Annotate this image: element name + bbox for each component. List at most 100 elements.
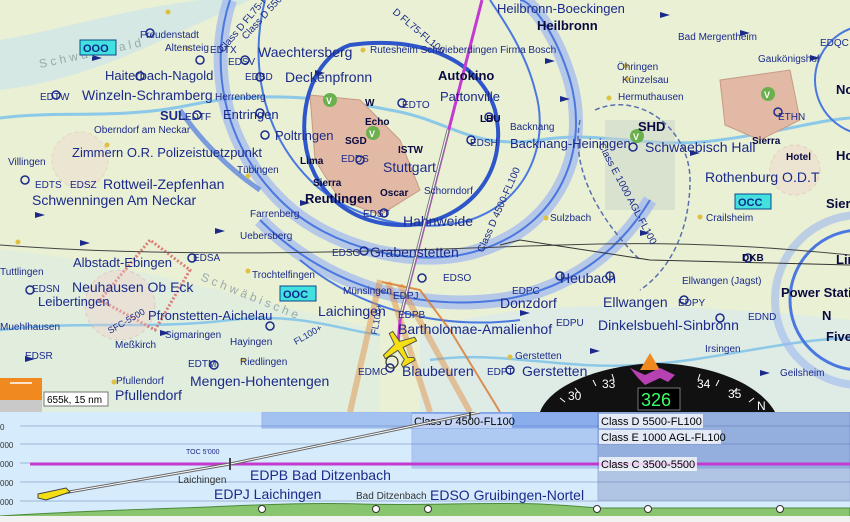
chart-map[interactable]: V V V V Freudenstadt Altensteig Haiterba… [0, 0, 850, 412]
label-herrenberg: Herrenberg [215, 92, 266, 103]
label-edsd: EDSD [245, 72, 273, 83]
label-edmc: EDMC [358, 367, 387, 378]
label-zimmern: Zimmern O.R. Polizeistuetzpunkt [72, 145, 262, 160]
label-deckenpfronn: Deckenpfronn [285, 69, 372, 85]
label-sgd: SGD [345, 136, 367, 147]
label-rothenburg: Rothenburg O.D.T [705, 169, 820, 185]
profile-edso: EDSO Gruibingen-Nortel [430, 487, 584, 503]
compass-tick-35: 35 [728, 387, 742, 401]
label-oehringen: Öhringen [617, 61, 658, 73]
label-hayingen: Hayingen [230, 337, 272, 348]
label-edpj: EDPJ [393, 291, 419, 302]
label-edpb: EDPB [398, 310, 426, 321]
label-edtw: EDTW [40, 92, 70, 103]
alt-tick-4: 000 [0, 498, 14, 507]
profile-airspace-label-2: Class E 1000 AGL-FL100 [599, 430, 726, 444]
label-irsingen: Irsingen [705, 344, 741, 355]
label-waechtersberg: Waechtersberg [258, 44, 352, 60]
label-geilsheim: Geilsheim [780, 368, 824, 379]
label-hermuthausen: Hermuthausen [618, 92, 684, 103]
label-leibertingen: Leibertingen [38, 294, 110, 309]
label-edsh: EDSH [470, 138, 498, 149]
label-ellwangen-jagst: Ellwangen (Jagst) [682, 276, 761, 287]
vertical-profile-panel[interactable]: 0 000 000 000 000 Class D 4500-FL100 Cla… [0, 412, 850, 522]
label-ethn: ETHN [778, 112, 805, 123]
label-freudenstadt: Freudenstadt [140, 30, 199, 41]
svg-text:OOO: OOO [83, 43, 109, 55]
label-sierr: Sierr [826, 196, 850, 211]
label-istw: ISTW [398, 145, 424, 156]
label-edts: EDTS [35, 180, 62, 191]
label-donzdorf: Donzdorf [500, 295, 557, 311]
label-shd: SHD [638, 119, 665, 134]
svg-text:OCC: OCC [738, 197, 763, 209]
label-altensteig: Altensteig [165, 43, 209, 54]
svg-text:V: V [326, 96, 332, 106]
profile-airspace-label-1: Class D 5500-FL100 [599, 414, 703, 428]
label-edsa: EDSA [193, 253, 221, 264]
label-edqc: EDQC [820, 38, 849, 49]
compass-tick-33: 33 [602, 377, 616, 391]
label-heilbronn-boeckingen: Heilbronn-Boeckingen [497, 1, 625, 16]
label-edpu: EDPU [556, 318, 584, 329]
svg-text:Class C 3500-5500: Class C 3500-5500 [601, 459, 695, 471]
label-reutlingen: Reutlingen [305, 191, 372, 206]
label-crailsheim: Crailsheim [706, 213, 753, 224]
label-pfullendorf: Pfullendorf [115, 387, 182, 403]
label-stuttgart: Stuttgart [383, 159, 436, 175]
compass-tick-n: N [757, 399, 766, 412]
label-entringen: Entringen [223, 107, 279, 122]
alt-tick-1: 000 [0, 441, 14, 450]
label-heilbronn: Heilbronn [537, 18, 598, 33]
label-winzeln: Winzeln-Schramberg [82, 87, 213, 103]
alt-tick-3: 000 [0, 479, 14, 488]
label-five: Five [826, 329, 850, 344]
profile-airspace-label-3: Class C 3500-5500 [599, 457, 697, 471]
label-farrenberg: Farrenberg [250, 209, 299, 220]
label-n: N [822, 308, 831, 323]
label-sigmaringen: Sigmaringen [165, 330, 221, 341]
profile-canvas: 0 000 000 000 000 Class D 4500-FL100 Cla… [0, 412, 850, 522]
label-lir: Lir [836, 252, 850, 267]
label-pfronstetten: Pfronstetten-Aichelau [148, 308, 272, 323]
label-dkb: DKB [742, 253, 764, 264]
profile-edpb: EDPB Bad Ditzenbach [250, 467, 391, 483]
label-edsr: EDSR [25, 351, 53, 362]
label-sierra: Sierra [313, 178, 342, 189]
label-dinkelsbuehl: Dinkelsbuehl-Sinbronn [598, 317, 739, 333]
label-grabenstetten: Grabenstetten [370, 244, 459, 260]
menu-button[interactable] [0, 378, 42, 400]
label-schwaebisch-hall: Schwaebisch Hall [645, 139, 756, 155]
label-lima: Lima [300, 156, 324, 167]
label-edds: EDDS [341, 154, 369, 165]
label-mengen: Mengen-Hohentengen [190, 373, 329, 389]
label-sierra-2: Sierra [752, 136, 781, 147]
label-edtf: EDTF [185, 112, 211, 123]
svg-text:OOC: OOC [283, 289, 308, 301]
alt-tick-2: 000 [0, 460, 14, 469]
profile-laichingen-small: Laichingen [178, 475, 226, 486]
label-kuenzelsau: Künzelsau [622, 75, 669, 86]
label-ho: Ho [836, 148, 850, 163]
label-messkirch: Meßkirch [115, 340, 156, 351]
label-sulzbach: Sulzbach [550, 213, 591, 224]
label-pattonville: Pattonville [440, 89, 500, 104]
reporting-box-occ: OCC [734, 193, 772, 210]
label-bartholomae: Bartholomae-Amalienhof [398, 321, 552, 337]
label-haiterbach: Haiterbach-Nagold [105, 68, 213, 83]
reporting-box-ooc: OOC [279, 285, 317, 302]
profile-bad-ditzenbach-small: Bad Ditzenbach [356, 491, 427, 502]
label-echo: Echo [365, 117, 389, 128]
scale-text: 655k, 15 nm [47, 395, 102, 406]
label-rottweil: Rottweil-Zepfenhan [103, 176, 224, 192]
label-muehlhausen: Muehlhausen [0, 322, 60, 333]
alt-tick-0: 0 [0, 423, 5, 432]
label-neuhausen: Neuhausen Ob Eck [72, 279, 194, 295]
label-edto: EDTO [402, 100, 430, 111]
label-riedlingen: Riedlingen [240, 357, 287, 368]
compass-tick-30: 30 [568, 389, 582, 403]
svg-text:V: V [369, 129, 375, 139]
label-edsz: EDSZ [70, 180, 97, 191]
label-tuttlingen: Tuttlingen [0, 267, 44, 278]
label-sul: SUL [160, 108, 186, 123]
